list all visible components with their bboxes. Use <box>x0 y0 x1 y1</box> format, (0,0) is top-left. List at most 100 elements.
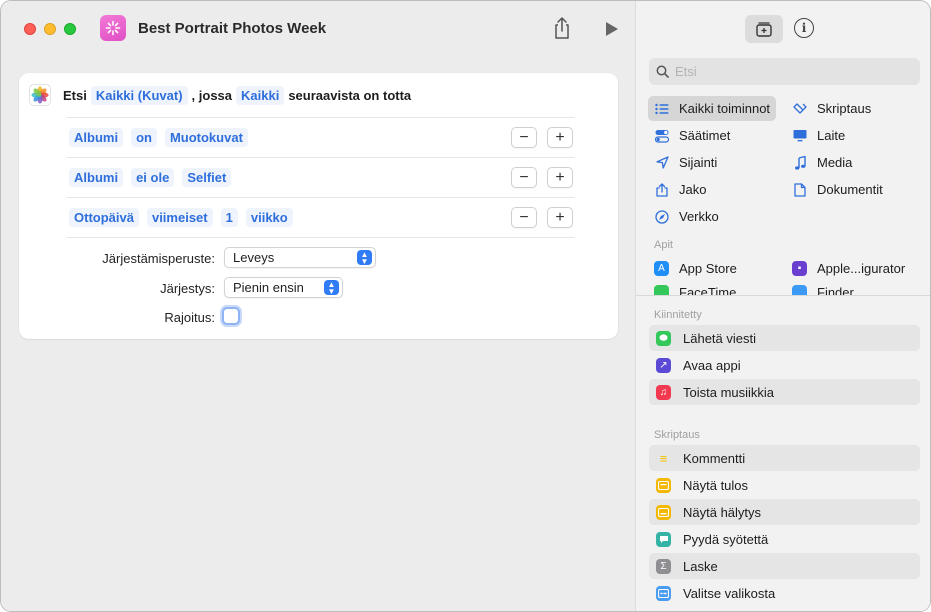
limit-checkbox[interactable] <box>222 307 240 325</box>
action-label: Lähetä viesti <box>683 330 756 346</box>
category-all-actions[interactable]: Kaikki toiminnot <box>648 96 776 121</box>
find-target-token[interactable]: Kaikki (Kuvat) <box>90 85 188 105</box>
sparkle-icon <box>105 20 121 36</box>
category-web[interactable]: Verkko <box>648 204 776 229</box>
find-header: Etsi Kaikki (Kuvat) , jossa Kaikki seura… <box>29 83 411 107</box>
condition-operator-token[interactable]: ei ole <box>131 168 175 187</box>
search-input[interactable] <box>675 64 915 79</box>
action-play-music[interactable]: ♫ Toista musiikkia <box>649 379 920 405</box>
list-icon <box>654 101 670 117</box>
find-photos-action[interactable]: Etsi Kaikki (Kuvat) , jossa Kaikki seura… <box>19 73 618 339</box>
category-label: Laite <box>817 128 846 143</box>
photos-flower-icon <box>31 86 49 104</box>
action-choose-from-menu[interactable]: Valitse valikosta <box>649 580 920 606</box>
category-label: Skriptaus <box>817 101 872 116</box>
category-label: Media <box>817 155 853 170</box>
condition-field-token[interactable]: Albumi <box>69 128 124 147</box>
add-condition-button[interactable]: + <box>547 127 573 148</box>
category-label: Sijainti <box>679 155 718 170</box>
shortcuts-window: Best Portrait Photos Week Etsi Kaikki (K… <box>0 0 931 612</box>
app-label: Apple...igurator <box>817 261 906 276</box>
remove-condition-button[interactable]: − <box>511 207 537 228</box>
library-tab[interactable] <box>745 15 783 43</box>
sort-by-value: Leveys <box>233 250 275 265</box>
play-icon[interactable] <box>605 21 619 37</box>
category-controls[interactable]: Säätimet <box>648 123 776 148</box>
sort-by-label: Järjestämisperuste: <box>102 251 215 266</box>
close-button[interactable] <box>24 23 36 35</box>
condition-value-token[interactable]: Selfiet <box>182 168 232 187</box>
category-label: Jako <box>679 182 707 197</box>
find-verb: Etsi <box>63 87 87 103</box>
sort-by-select[interactable]: Leveys ▲ ▼ <box>224 247 376 268</box>
action-label: Näytä hälytys <box>683 504 762 520</box>
add-condition-button[interactable]: + <box>547 167 573 188</box>
add-condition-button[interactable]: + <box>547 207 573 228</box>
chevron-updown-icon: ▲ ▼ <box>357 250 372 266</box>
remove-condition-button[interactable]: − <box>511 167 537 188</box>
calculate-icon: Σ <box>656 558 671 574</box>
share-icon[interactable] <box>552 16 572 40</box>
find-mode-token[interactable]: Kaikki <box>236 85 285 105</box>
title-bar: Best Portrait Photos Week <box>1 1 635 57</box>
action-calculate[interactable]: Σ Laske <box>649 553 920 579</box>
condition-field-token[interactable]: Ottopäivä <box>69 208 139 227</box>
order-value: Pienin ensin <box>233 280 304 295</box>
info-icon[interactable]: i <box>794 18 814 38</box>
action-label: Toista musiikkia <box>683 384 775 400</box>
display-icon <box>792 128 808 144</box>
condition-operator-token[interactable]: viimeiset <box>146 208 213 227</box>
action-comment[interactable]: ≡ Kommentti <box>649 445 920 471</box>
action-show-alert[interactable]: Näytä hälytys <box>649 499 920 525</box>
minimize-button[interactable] <box>44 23 56 35</box>
script-icon <box>792 101 808 117</box>
action-label: Laske <box>683 558 718 574</box>
editor-pane: Best Portrait Photos Week Etsi Kaikki (K… <box>1 1 635 611</box>
scripting-section-label: Skriptaus <box>654 429 700 441</box>
action-open-app[interactable]: ↗ Avaa appi <box>649 352 920 378</box>
condition-operator-token[interactable]: on <box>131 128 157 147</box>
action-send-message[interactable]: Lähetä viesti <box>649 325 920 351</box>
condition-row: Albumi ei ole Selfiet − + <box>67 157 575 197</box>
condition-unit-token[interactable]: viikko <box>245 208 293 227</box>
category-media[interactable]: Media <box>786 150 926 175</box>
category-location[interactable]: Sijainti <box>648 150 776 175</box>
action-ask-for-input[interactable]: Pyydä syötettä <box>649 526 920 552</box>
order-label: Järjestys: <box>160 281 215 296</box>
condition-field-token[interactable]: Albumi <box>69 168 124 187</box>
menu-icon <box>656 585 671 601</box>
category-device[interactable]: Laite <box>786 123 926 148</box>
apple-configurator-icon: ▪ <box>792 261 807 276</box>
alert-icon <box>656 504 671 520</box>
suggestions-list: Kiinnitetty Lähetä viesti ↗ Avaa appi ♫ … <box>636 296 930 611</box>
category-documents[interactable]: Dokumentit <box>786 177 926 202</box>
condition-value-token[interactable]: 1 <box>220 208 238 227</box>
action-library-pane: i Kaikki toiminnot Skriptaus Sää <box>635 1 930 611</box>
action-label: Avaa appi <box>683 357 741 373</box>
music-icon: ♫ <box>656 384 671 400</box>
order-select[interactable]: Pienin ensin ▲ ▼ <box>224 277 343 298</box>
finder-icon <box>792 285 807 295</box>
condition-row: Albumi on Muotokuvat − + <box>67 117 575 157</box>
pinned-section-label: Kiinnitetty <box>654 309 702 321</box>
action-label: Näytä tulos <box>683 477 749 493</box>
app-app-store[interactable]: A App Store <box>648 256 776 281</box>
app-facetime[interactable]: FaceTime <box>648 283 776 295</box>
app-apple-configurator[interactable]: ▪ Apple...igurator <box>786 256 926 281</box>
window-title[interactable]: Best Portrait Photos Week <box>138 20 326 37</box>
category-sharing[interactable]: Jako <box>648 177 776 202</box>
find-suffix: seuraavista on totta <box>288 87 412 103</box>
zoom-button[interactable] <box>64 23 76 35</box>
chevron-updown-icon: ▲ ▼ <box>324 280 339 296</box>
shortcut-icon[interactable] <box>100 15 126 41</box>
limit-label: Rajoitus: <box>164 310 215 325</box>
action-label: Pyydä syötettä <box>683 531 769 547</box>
condition-value-token[interactable]: Muotokuvat <box>164 128 248 147</box>
action-show-result[interactable]: Näytä tulos <box>649 472 920 498</box>
action-label: Valitse valikosta <box>683 585 776 601</box>
app-finder[interactable]: Finder <box>786 283 926 295</box>
search-field[interactable] <box>649 58 920 85</box>
remove-condition-button[interactable]: − <box>511 127 537 148</box>
search-icon <box>656 65 669 78</box>
category-scripting[interactable]: Skriptaus <box>786 96 926 121</box>
